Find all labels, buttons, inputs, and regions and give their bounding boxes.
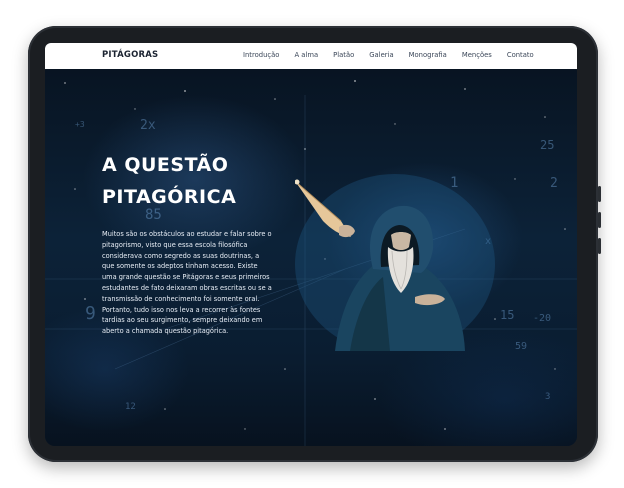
tablet-side-button (598, 238, 601, 254)
nav-link-a-alma[interactable]: A alma (294, 51, 318, 59)
svg-text:12: 12 (125, 402, 136, 412)
svg-text:2: 2 (550, 176, 558, 191)
tablet-side-button (598, 212, 601, 228)
hero-section: 2x +3 1 25 2 85 9 15 59 -20 x 12 3 A QUE… (45, 69, 577, 446)
svg-text:15: 15 (500, 308, 514, 322)
nav-menu: Introdução A alma Platão Galeria Monogra… (243, 51, 534, 59)
svg-text:+3: +3 (75, 120, 85, 129)
svg-text:2x: 2x (140, 118, 156, 133)
tablet-screen: PITÁGORAS Introdução A alma Platão Galer… (45, 43, 577, 446)
svg-text:9: 9 (85, 303, 96, 324)
nav-link-contato[interactable]: Contato (507, 51, 534, 59)
pythagoras-illustration (295, 174, 495, 351)
nav-link-introducao[interactable]: Introdução (243, 51, 279, 59)
svg-text:3: 3 (545, 392, 550, 402)
nav-link-platao[interactable]: Platão (333, 51, 354, 59)
tablet-side-button (598, 186, 601, 202)
nav-link-monografia[interactable]: Monografia (409, 51, 447, 59)
hero-title: A QUESTÃO PITAGÓRICA (102, 149, 302, 213)
nav-link-mencoes[interactable]: Menções (462, 51, 492, 59)
site-logo[interactable]: PITÁGORAS (102, 50, 158, 60)
nav-link-galeria[interactable]: Galeria (369, 51, 393, 59)
top-navbar: PITÁGORAS Introdução A alma Platão Galer… (45, 43, 577, 69)
svg-text:25: 25 (540, 138, 554, 152)
hero-title-line-2: PITAGÓRICA (102, 186, 237, 208)
hero-title-line-1: A QUESTÃO (102, 154, 229, 176)
svg-text:-20: -20 (533, 313, 551, 324)
svg-text:59: 59 (515, 341, 527, 352)
hero-paragraph: Muitos são os obstáculos ao estudar e fa… (102, 230, 272, 336)
